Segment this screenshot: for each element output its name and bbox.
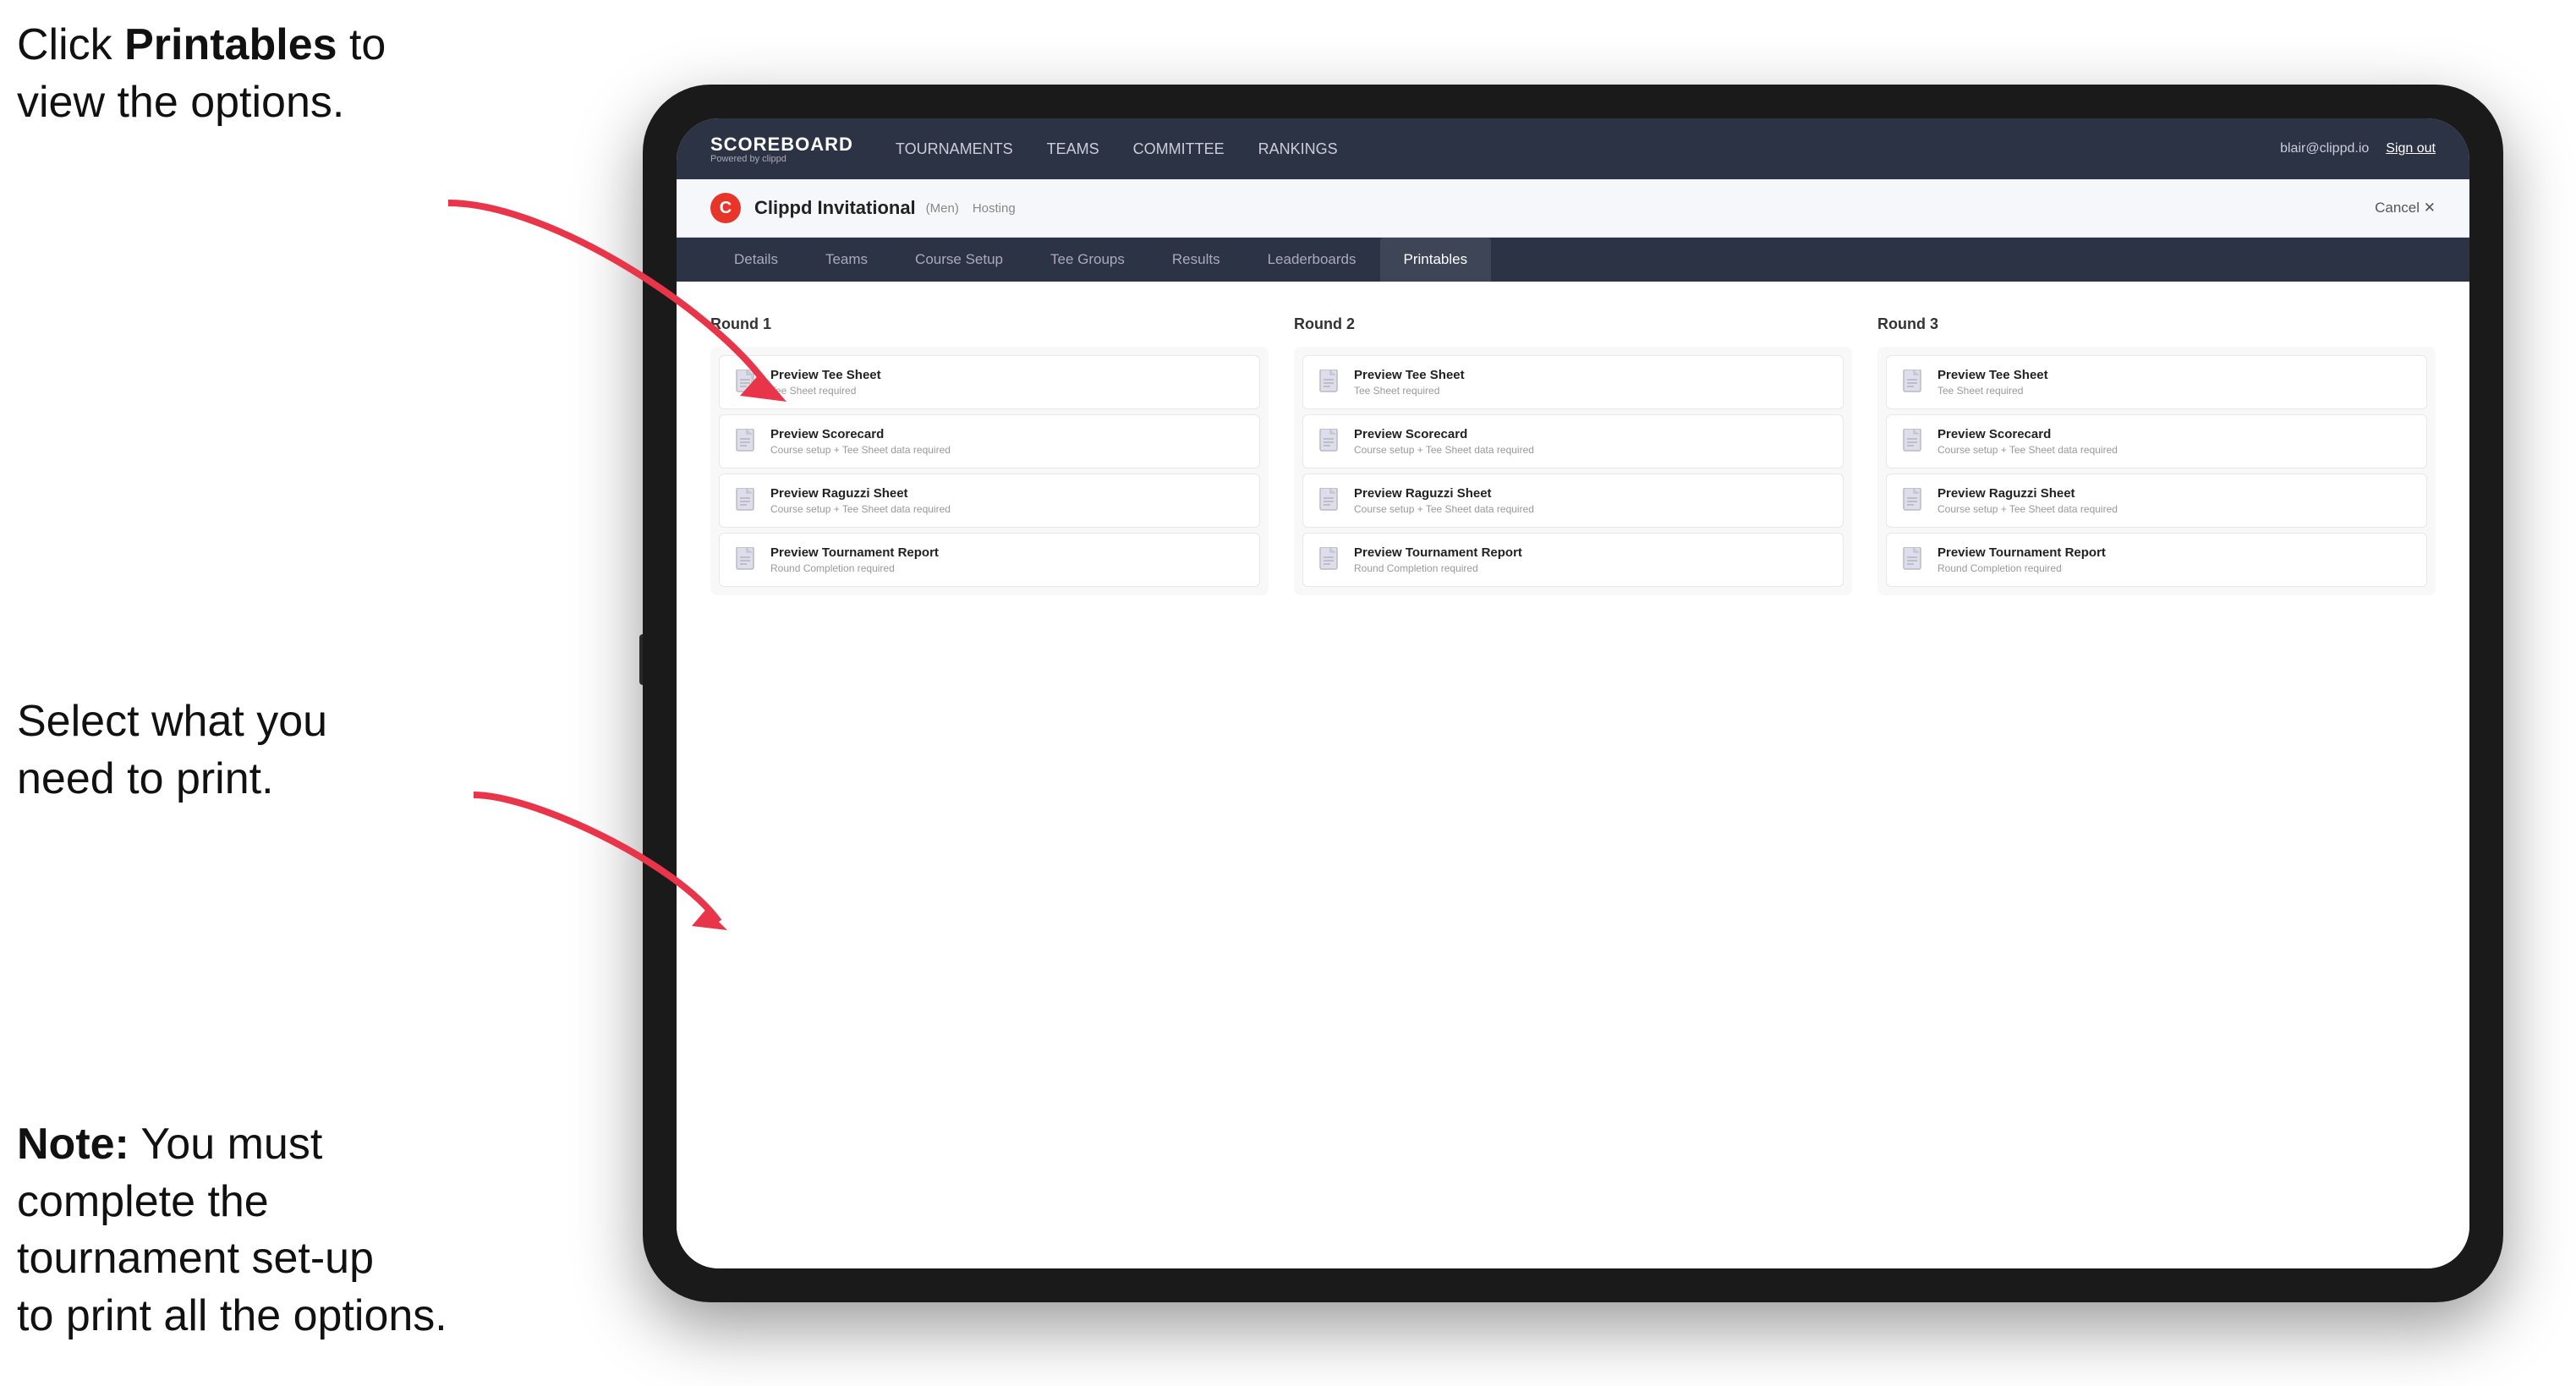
sign-out-link[interactable]: Sign out	[2386, 141, 2436, 156]
scoreboard-sub: Powered by clippd	[710, 154, 853, 164]
top-nav: SCOREBOARD Powered by clippd TOURNAMENTS…	[677, 118, 2469, 179]
top-nav-right: blair@clippd.io Sign out	[2280, 141, 2436, 156]
r2-raguzzi[interactable]: Preview Raguzzi Sheet Course setup + Tee…	[1302, 474, 1844, 528]
tournament-tag: (Men)	[926, 201, 959, 216]
tab-leaderboards[interactable]: Leaderboards	[1244, 238, 1380, 282]
tournament-header: C Clippd Invitational (Men) Hosting Canc…	[677, 179, 2469, 238]
tab-results[interactable]: Results	[1148, 238, 1244, 282]
tablet: SCOREBOARD Powered by clippd TOURNAMENTS…	[643, 85, 2503, 1302]
doc-icon	[735, 488, 759, 515]
r3-tee-sheet[interactable]: Preview Tee Sheet Tee Sheet required	[1886, 355, 2427, 409]
r3-scorecard-sub: Course setup + Tee Sheet data required	[1937, 444, 2411, 456]
r2-tee-sheet-text: Preview Tee Sheet Tee Sheet required	[1354, 368, 1828, 397]
content-area: Round 1 Previ	[677, 282, 2469, 1268]
nav-rankings[interactable]: RANKINGS	[1258, 137, 1338, 162]
r2-scorecard-text: Preview Scorecard Course setup + Tee She…	[1354, 427, 1828, 456]
r2-tee-sheet[interactable]: Preview Tee Sheet Tee Sheet required	[1302, 355, 1844, 409]
r1-report-text: Preview Tournament Report Round Completi…	[770, 545, 1244, 574]
doc-icon	[1318, 547, 1342, 574]
r1-report-title: Preview Tournament Report	[770, 545, 1244, 560]
round-2-section: Round 2 Preview Tee Sheet	[1294, 315, 1852, 595]
r3-report-sub: Round Completion required	[1937, 562, 2411, 574]
tab-printables[interactable]: Printables	[1380, 238, 1492, 282]
r3-report-text: Preview Tournament Report Round Completi…	[1937, 545, 2411, 574]
nav-tournaments[interactable]: TOURNAMENTS	[896, 137, 1013, 162]
r3-raguzzi-text: Preview Raguzzi Sheet Course setup + Tee…	[1937, 486, 2411, 515]
sub-nav: Details Teams Course Setup Tee Groups Re…	[677, 238, 2469, 282]
doc-icon	[1318, 370, 1342, 397]
annotation-top: Click Printables toview the options.	[17, 17, 386, 131]
r2-tee-sheet-title: Preview Tee Sheet	[1354, 368, 1828, 382]
round-3-section: Round 3 Preview Tee Sheet	[1877, 315, 2436, 595]
r2-scorecard-sub: Course setup + Tee Sheet data required	[1354, 444, 1828, 456]
scoreboard-title: SCOREBOARD	[710, 134, 853, 156]
arrow-middle	[406, 778, 744, 947]
nav-teams[interactable]: TEAMS	[1047, 137, 1099, 162]
r2-tournament-report[interactable]: Preview Tournament Report Round Completi…	[1302, 533, 1844, 587]
r3-raguzzi-sub: Course setup + Tee Sheet data required	[1937, 503, 2411, 515]
r1-raguzzi[interactable]: Preview Raguzzi Sheet Course setup + Tee…	[719, 474, 1260, 528]
doc-icon	[1902, 429, 1926, 456]
round-2-title: Round 2	[1294, 315, 1852, 333]
r1-raguzzi-text: Preview Raguzzi Sheet Course setup + Tee…	[770, 486, 1244, 515]
tablet-screen: SCOREBOARD Powered by clippd TOURNAMENTS…	[677, 118, 2469, 1268]
annotation-bottom: Note: You mustcomplete thetournament set…	[17, 1116, 609, 1345]
r1-scorecard-text: Preview Scorecard Course setup + Tee She…	[770, 427, 1244, 456]
r3-raguzzi[interactable]: Preview Raguzzi Sheet Course setup + Tee…	[1886, 474, 2427, 528]
r1-tournament-report[interactable]: Preview Tournament Report Round Completi…	[719, 533, 1260, 587]
tab-teams[interactable]: Teams	[802, 238, 891, 282]
r2-report-title: Preview Tournament Report	[1354, 545, 1828, 560]
cancel-button[interactable]: Cancel ✕	[2375, 200, 2436, 216]
doc-icon	[1902, 370, 1926, 397]
r1-raguzzi-sub: Course setup + Tee Sheet data required	[770, 503, 1244, 515]
annotation-bold: Printables	[124, 20, 337, 69]
doc-icon	[1318, 488, 1342, 515]
doc-icon	[735, 547, 759, 574]
round-2-cards: Preview Tee Sheet Tee Sheet required	[1294, 347, 1852, 595]
user-email: blair@clippd.io	[2280, 141, 2369, 156]
top-nav-links: TOURNAMENTS TEAMS COMMITTEE RANKINGS	[896, 137, 2280, 162]
tournament-status: Hosting	[973, 201, 1016, 216]
r2-report-text: Preview Tournament Report Round Completi…	[1354, 545, 1828, 574]
round-3-title: Round 3	[1877, 315, 2436, 333]
scoreboard-logo: SCOREBOARD Powered by clippd	[710, 134, 853, 164]
r1-scorecard[interactable]: Preview Scorecard Course setup + Tee She…	[719, 414, 1260, 468]
r2-raguzzi-text: Preview Raguzzi Sheet Course setup + Tee…	[1354, 486, 1828, 515]
r2-raguzzi-title: Preview Raguzzi Sheet	[1354, 486, 1828, 501]
tab-tee-groups[interactable]: Tee Groups	[1027, 238, 1148, 282]
r1-scorecard-title: Preview Scorecard	[770, 427, 1244, 441]
r3-report-title: Preview Tournament Report	[1937, 545, 2411, 560]
r3-tournament-report[interactable]: Preview Tournament Report Round Completi…	[1886, 533, 2427, 587]
doc-icon	[735, 429, 759, 456]
r2-tee-sheet-sub: Tee Sheet required	[1354, 385, 1828, 397]
r1-tee-sheet-title: Preview Tee Sheet	[770, 368, 1244, 382]
r3-tee-sheet-sub: Tee Sheet required	[1937, 385, 2411, 397]
r3-tee-sheet-text: Preview Tee Sheet Tee Sheet required	[1937, 368, 2411, 397]
r2-raguzzi-sub: Course setup + Tee Sheet data required	[1354, 503, 1828, 515]
r2-report-sub: Round Completion required	[1354, 562, 1828, 574]
r1-report-sub: Round Completion required	[770, 562, 1244, 574]
r1-raguzzi-title: Preview Raguzzi Sheet	[770, 486, 1244, 501]
doc-icon	[1902, 547, 1926, 574]
r1-tee-sheet-sub: Tee Sheet required	[770, 385, 1244, 397]
doc-icon	[1318, 429, 1342, 456]
r3-scorecard[interactable]: Preview Scorecard Course setup + Tee She…	[1886, 414, 2427, 468]
r2-scorecard-title: Preview Scorecard	[1354, 427, 1828, 441]
r2-scorecard[interactable]: Preview Scorecard Course setup + Tee She…	[1302, 414, 1844, 468]
rounds-grid: Round 1 Previ	[710, 315, 2436, 595]
doc-icon	[1902, 488, 1926, 515]
annotation-note-bold: Note:	[17, 1120, 129, 1169]
arrow-top	[381, 186, 803, 406]
r3-scorecard-text: Preview Scorecard Course setup + Tee She…	[1937, 427, 2411, 456]
round-3-cards: Preview Tee Sheet Tee Sheet required	[1877, 347, 2436, 595]
r1-tee-sheet-text: Preview Tee Sheet Tee Sheet required	[770, 368, 1244, 397]
r3-raguzzi-title: Preview Raguzzi Sheet	[1937, 486, 2411, 501]
nav-committee[interactable]: COMMITTEE	[1133, 137, 1225, 162]
r3-scorecard-title: Preview Scorecard	[1937, 427, 2411, 441]
tab-course-setup[interactable]: Course Setup	[891, 238, 1027, 282]
r1-scorecard-sub: Course setup + Tee Sheet data required	[770, 444, 1244, 456]
r3-tee-sheet-title: Preview Tee Sheet	[1937, 368, 2411, 382]
